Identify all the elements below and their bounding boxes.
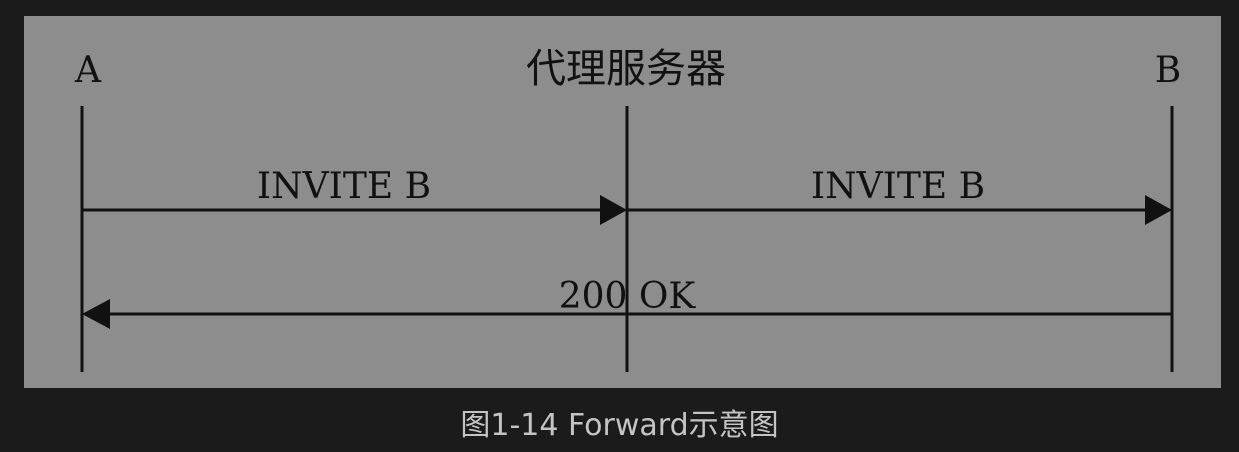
arrowhead-invite-1 xyxy=(600,195,627,225)
message-label-invite-2: INVITE B xyxy=(811,166,985,207)
participant-label-proxy: 代理服务器 xyxy=(526,46,726,92)
participant-label-b: B xyxy=(1155,50,1181,91)
page: A 代理服务器 B INVITE B INVITE B 200 OK 图1-14… xyxy=(0,0,1239,452)
message-label-invite-1: INVITE B xyxy=(257,166,431,207)
participant-label-a: A xyxy=(74,50,102,91)
arrowhead-200-ok xyxy=(82,299,110,329)
message-label-200-ok: 200 OK xyxy=(559,276,697,317)
figure-caption: 图1-14 Forward示意图 xyxy=(460,408,779,443)
sequence-diagram-panel: A 代理服务器 B INVITE B INVITE B 200 OK xyxy=(24,16,1221,388)
sequence-diagram: A 代理服务器 B INVITE B INVITE B 200 OK xyxy=(74,46,1181,372)
arrowhead-invite-2 xyxy=(1145,195,1172,225)
